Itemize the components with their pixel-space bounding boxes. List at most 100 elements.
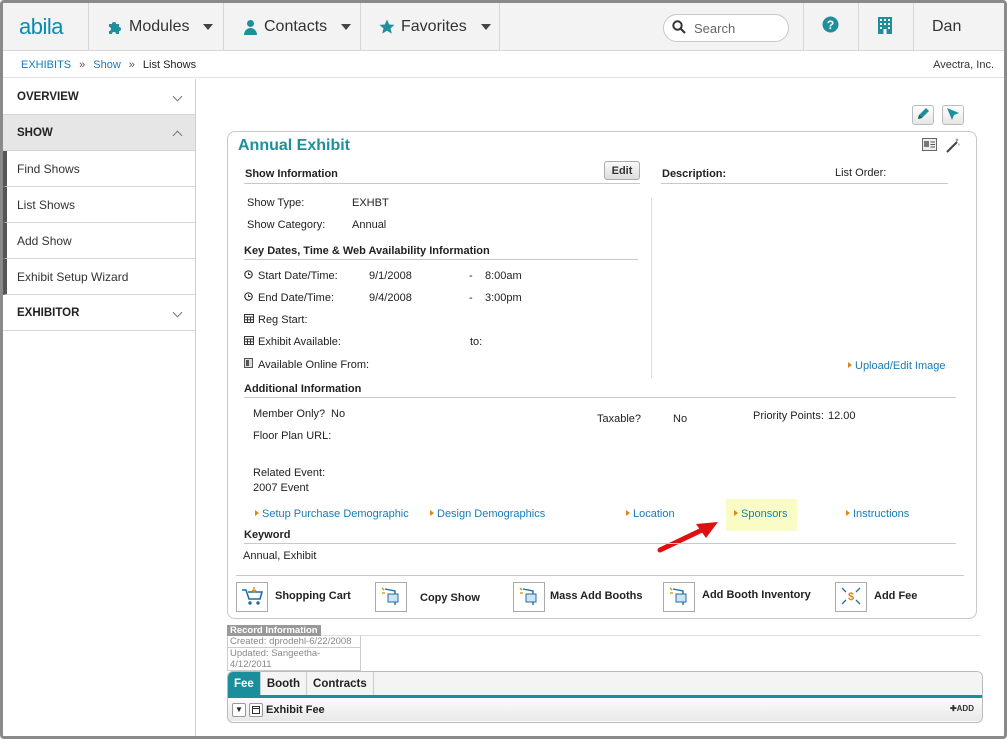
breadcrumb: EXHIBITS» Show» List Shows (21, 59, 197, 71)
user-name: Dan (932, 18, 962, 35)
breadcrumb-show[interactable]: Show (93, 59, 121, 71)
page-tools (912, 105, 964, 125)
setup-purchase-demographic-link[interactable]: Setup Purchase Demographic (255, 508, 409, 520)
booth-icon (380, 586, 402, 609)
keyword-value: Annual, Exhibit (243, 550, 317, 562)
window-icon[interactable] (249, 702, 263, 717)
related-tabs-panel: Fee Booth Contracts ▼ Exhibit Fee ✚ADD (227, 671, 983, 723)
instructions-link[interactable]: Instructions (846, 508, 909, 520)
select-pointer-button[interactable] (942, 105, 964, 125)
search-input[interactable] (692, 19, 778, 37)
tab-booth[interactable]: Booth (261, 672, 308, 695)
upload-edit-image-link[interactable]: Upload/Edit Image (848, 360, 946, 372)
clock-icon (244, 270, 254, 279)
show-category-label: Show Category: (247, 219, 326, 231)
show-category-value: Annual (352, 219, 387, 231)
search-icon (672, 19, 686, 37)
chevron-down-icon (341, 24, 352, 30)
exhibit-available-row: Exhibit Available: (244, 336, 341, 348)
sidebar-section-show[interactable]: SHOW (3, 115, 195, 151)
search-box[interactable] (663, 14, 789, 42)
person-icon (243, 19, 258, 35)
show-type-value: EXHBT (352, 197, 389, 209)
building-icon (877, 16, 893, 39)
sidebar-item-find-shows[interactable]: Find Shows (3, 151, 195, 187)
list-order-label: List Order: (835, 167, 887, 179)
shopping-cart-label[interactable]: Shopping Cart (275, 590, 351, 602)
priority-points-value: 12.00 (828, 410, 856, 422)
chevron-down-icon (480, 24, 491, 30)
floor-plan-label: Floor Plan URL: (253, 430, 332, 442)
panel-header-icons (922, 138, 960, 156)
top-nav: abila Modules Contacts Favorites Search … (3, 3, 1004, 51)
help-button[interactable]: ? (822, 3, 839, 51)
copy-show-button[interactable] (375, 582, 407, 612)
breadcrumb-exhibits[interactable]: EXHIBITS (21, 59, 71, 71)
svg-text:?: ? (827, 18, 834, 32)
user-menu[interactable]: Dan (932, 3, 961, 51)
end-date-row: End Date/Time: (244, 292, 334, 304)
breadcrumb-bar: EXHIBITS» Show» List Shows Avectra, Inc. (3, 52, 1004, 78)
help-icon: ? (822, 16, 839, 38)
start-date-row: Start Date/Time: (244, 270, 338, 282)
tab-contracts[interactable]: Contracts (307, 672, 374, 695)
end-date-value: 9/4/2008 (369, 292, 412, 304)
show-information-header: Show Information (245, 168, 338, 180)
mass-add-booths-button[interactable] (513, 582, 545, 612)
sidebar-section-overview[interactable]: OVERVIEW (3, 79, 195, 115)
copy-show-label[interactable]: Copy Show (420, 592, 480, 604)
add-booth-inventory-label[interactable]: Add Booth Inventory (702, 589, 811, 601)
add-fee-button[interactable]: $ (835, 582, 867, 612)
edit-page-button[interactable] (912, 105, 934, 125)
chevron-down-icon (172, 307, 183, 318)
start-date-value: 9/1/2008 (369, 270, 412, 282)
shopping-cart-button[interactable] (236, 582, 268, 612)
taxable-label: Taxable? (597, 413, 642, 425)
svg-text:$: $ (848, 591, 854, 603)
add-fee-label[interactable]: Add Fee (874, 590, 917, 602)
magic-wand-icon[interactable] (945, 138, 960, 156)
to-label: to: (470, 336, 483, 348)
profile-card-icon[interactable] (922, 138, 937, 156)
contacts-menu[interactable]: Contacts (243, 3, 352, 51)
priority-points-label: Priority Points: (753, 410, 824, 422)
available-online-row: Available Online From: (244, 358, 369, 371)
record-created: Created: dprodehl-6/22/2008 (227, 636, 361, 648)
show-detail-panel: Annual Exhibit Show Information Edit Des… (227, 131, 977, 619)
organization-button[interactable] (877, 3, 893, 51)
document-icon (244, 358, 254, 368)
dollar-arrows-icon: $ (840, 586, 862, 609)
tab-fee[interactable]: Fee (228, 672, 261, 695)
modules-menu[interactable]: Modules (107, 3, 214, 51)
shopping-cart-icon (241, 586, 264, 609)
add-fee-row-button[interactable]: ✚ADD (950, 704, 974, 713)
chevron-up-icon (172, 130, 183, 141)
calendar-icon (244, 314, 254, 323)
star-icon (379, 19, 395, 35)
additional-info-header: Additional Information (244, 383, 362, 395)
sidebar-item-list-shows[interactable]: List Shows (3, 187, 195, 223)
record-information: Record Information Created: dprodehl-6/2… (227, 625, 361, 671)
abila-logo[interactable]: abila (19, 14, 63, 40)
sidebar-item-add-show[interactable]: Add Show (3, 223, 195, 259)
cursor-icon (946, 107, 960, 124)
sidebar-section-exhibitor[interactable]: EXHIBITOR (3, 295, 195, 331)
sponsors-link[interactable]: Sponsors (734, 508, 787, 520)
expand-dropdown-button[interactable]: ▼ (232, 702, 246, 717)
edit-button[interactable]: Edit (604, 161, 640, 180)
mass-add-booths-label[interactable]: Mass Add Booths (550, 590, 643, 602)
show-type-label: Show Type: (247, 197, 305, 209)
design-demographics-link[interactable]: Design Demographics (430, 508, 545, 520)
add-booth-inventory-button[interactable] (663, 582, 695, 612)
pencil-icon (916, 107, 930, 124)
sidebar-item-exhibit-setup-wizard[interactable]: Exhibit Setup Wizard (3, 259, 195, 295)
member-only-value: No (331, 408, 346, 420)
red-arrow-annotation (657, 522, 718, 553)
favorites-menu[interactable]: Favorites (379, 3, 491, 51)
booth-icon (518, 586, 540, 609)
chevron-down-icon (172, 91, 183, 102)
reg-start-row: Reg Start: (244, 314, 308, 326)
related-event-value: 2007 Event (253, 482, 309, 494)
record-updated: Updated: Sangeetha-4/12/2011 (227, 648, 361, 671)
page-title: Annual Exhibit (238, 137, 350, 154)
